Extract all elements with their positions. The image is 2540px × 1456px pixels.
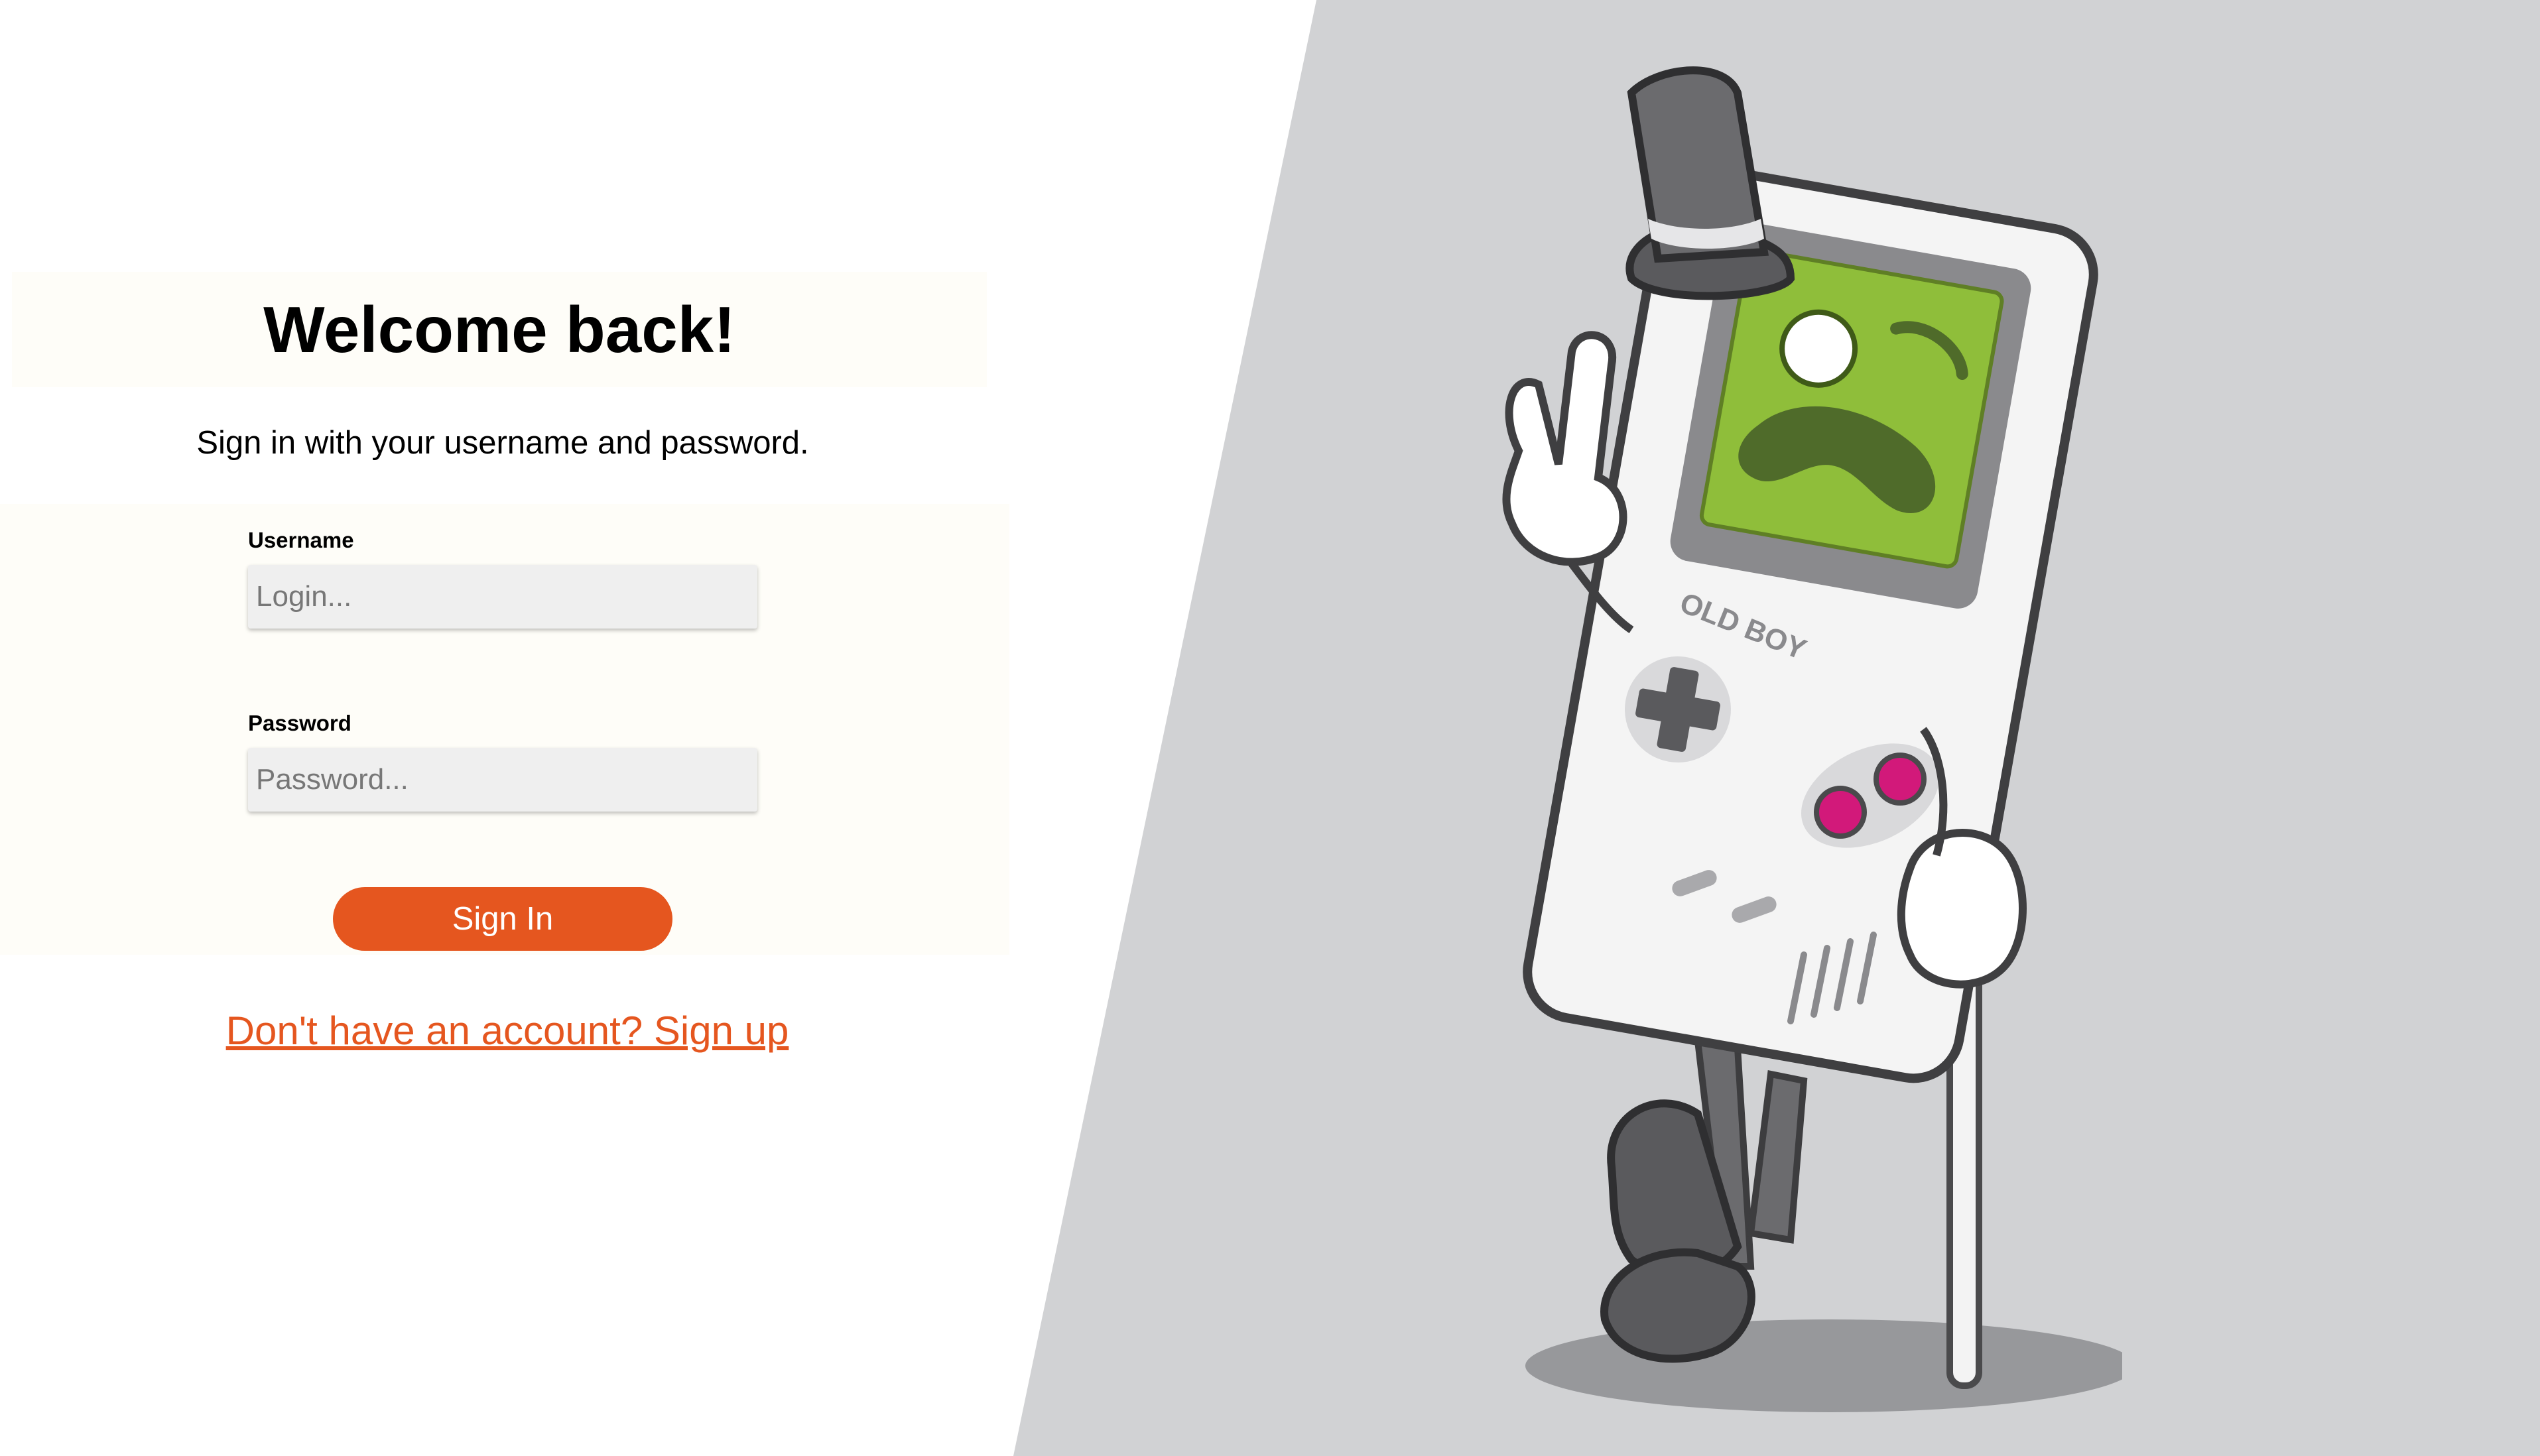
password-input[interactable] [248,748,757,812]
gameboy-mascot-illustration: OLD BOY [1502,66,2122,1412]
header-box: Welcome back! [12,272,987,387]
login-page: Welcome back! Sign in with your username… [0,0,2540,1456]
page-title: Welcome back! [263,292,735,366]
page-subtitle: Sign in with your username and password. [196,425,809,461]
sign-in-button[interactable]: Sign In [333,887,672,951]
password-label: Password [248,711,351,735]
username-input[interactable] [248,565,757,629]
username-label: Username [248,528,354,552]
sign-up-link[interactable]: Don't have an account? Sign up [0,1008,1015,1054]
